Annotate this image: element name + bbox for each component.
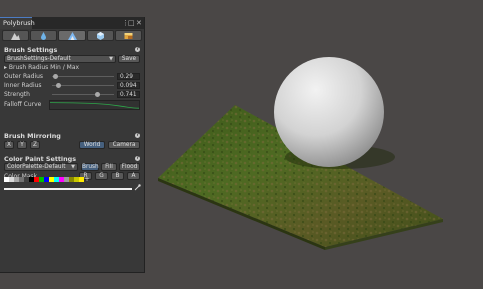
mirror-world-button[interactable]: World bbox=[79, 141, 105, 149]
falloff-curve-field[interactable] bbox=[49, 100, 140, 110]
polybrush-panel: Polybrush ⋮ □ ✕ Brush Settings ? BrushSe… bbox=[0, 17, 145, 273]
color-palette-swatches: + bbox=[4, 177, 90, 183]
sphere-object[interactable] bbox=[274, 57, 384, 167]
inner-radius-label: Inner Radius bbox=[4, 82, 42, 89]
smooth-droplet-icon bbox=[41, 31, 47, 40]
mirror-z-button[interactable]: Z bbox=[30, 141, 40, 149]
chevron-down-icon: ▼ bbox=[109, 56, 113, 62]
eyedropper-icon[interactable] bbox=[134, 184, 141, 191]
paint-vertex-color-icon bbox=[67, 31, 77, 40]
mirror-y-button[interactable]: Y bbox=[17, 141, 27, 149]
slider-track bbox=[52, 76, 114, 77]
tool-texture-button[interactable] bbox=[114, 30, 143, 41]
save-preset-button[interactable]: Save bbox=[118, 55, 140, 63]
maximize-icon[interactable]: □ bbox=[128, 17, 135, 29]
tool-paint-vertex-button[interactable] bbox=[58, 30, 86, 41]
tool-mode-toolbar bbox=[2, 30, 143, 41]
mirror-x-button[interactable]: X bbox=[4, 141, 14, 149]
tool-smooth-button[interactable] bbox=[30, 30, 58, 41]
mask-g-button[interactable]: G bbox=[95, 172, 108, 180]
chevron-down-icon: ▼ bbox=[71, 164, 75, 170]
strength-slider[interactable] bbox=[52, 91, 114, 98]
slider-track bbox=[52, 85, 114, 86]
add-swatch-button[interactable]: + bbox=[84, 177, 90, 183]
window-tabstrip: Polybrush ⋮ □ ✕ bbox=[0, 17, 144, 29]
color-paint-header: Color Paint Settings bbox=[4, 155, 77, 163]
brush-mirroring-help-icon[interactable]: ? bbox=[135, 132, 140, 138]
brush-mirroring-header: Brush Mirroring bbox=[4, 132, 61, 140]
brush-preset-value: BrushSettings-Default bbox=[7, 56, 71, 62]
mask-b-button[interactable]: B bbox=[111, 172, 124, 180]
brush-color-bar[interactable] bbox=[4, 188, 132, 190]
mask-a-button[interactable]: A bbox=[127, 172, 140, 180]
color-paint-help-icon[interactable]: ? bbox=[135, 155, 140, 161]
strength-field[interactable]: 0.741 bbox=[117, 91, 140, 98]
outer-radius-label: Outer Radius bbox=[4, 73, 44, 80]
outer-radius-slider[interactable] bbox=[52, 73, 114, 80]
inner-radius-slider[interactable] bbox=[52, 82, 114, 89]
brush-preset-dropdown[interactable]: BrushSettings-Default ▼ bbox=[4, 55, 116, 63]
slider-knob[interactable] bbox=[95, 91, 101, 97]
paint-mode-brush-button[interactable]: Brush bbox=[81, 163, 99, 171]
paint-mode-fill-button[interactable]: Fill bbox=[101, 163, 117, 171]
falloff-curve-line bbox=[50, 102, 139, 109]
color-palette-dropdown[interactable]: ColorPalette-Default ▼ bbox=[4, 163, 78, 171]
color-palette-value: ColorPalette-Default bbox=[7, 164, 66, 170]
tool-sculpt-button[interactable] bbox=[2, 30, 30, 41]
brush-radius-minmax-label: Brush Radius Min / Max bbox=[8, 64, 80, 71]
scatter-prefab-icon bbox=[96, 31, 104, 40]
paint-mode-flood-button[interactable]: Flood bbox=[119, 163, 140, 171]
close-icon[interactable]: ✕ bbox=[136, 17, 142, 29]
falloff-curve-label: Falloff Curve bbox=[4, 101, 42, 108]
brush-settings-header: Brush Settings bbox=[4, 46, 58, 54]
slider-knob[interactable] bbox=[55, 82, 61, 88]
tool-scatter-button[interactable] bbox=[86, 30, 114, 41]
inner-radius-field[interactable]: 0.094 bbox=[117, 82, 140, 89]
polybrush-window-tab[interactable]: Polybrush bbox=[0, 17, 35, 29]
mirror-camera-button[interactable]: Camera bbox=[108, 141, 140, 149]
texture-blend-icon bbox=[124, 32, 133, 39]
slider-knob[interactable] bbox=[52, 73, 58, 79]
outer-radius-field[interactable]: 0.29 bbox=[117, 73, 140, 80]
slider-track bbox=[52, 94, 114, 95]
brush-settings-help-icon[interactable]: ? bbox=[135, 46, 140, 52]
strength-label: Strength bbox=[4, 91, 30, 98]
raise-lower-sculpt-icon bbox=[11, 32, 21, 40]
brush-radius-minmax-toggle[interactable]: ▸ Brush Radius Min / Max bbox=[4, 64, 79, 71]
